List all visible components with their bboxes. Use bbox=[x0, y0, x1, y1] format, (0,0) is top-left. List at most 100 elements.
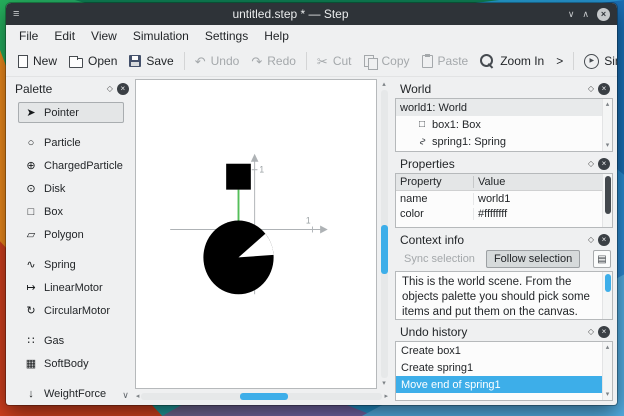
new-document-icon bbox=[18, 54, 28, 68]
menu-item-simulation[interactable]: Simulation bbox=[125, 27, 197, 45]
close-dock-icon[interactable]: × bbox=[598, 325, 610, 338]
scroll-left-icon[interactable]: ◂ bbox=[136, 392, 140, 401]
scroll-up-icon[interactable]: ▴ bbox=[382, 80, 386, 89]
undo-item-move-end-of-spring1[interactable]: Move end of spring1 bbox=[396, 376, 602, 393]
undo-button[interactable]: ↶ Undo bbox=[189, 51, 246, 71]
menu-item-settings[interactable]: Settings bbox=[197, 27, 256, 45]
paste-button[interactable]: Paste bbox=[416, 51, 475, 71]
toolbar-overflow-button[interactable]: > bbox=[550, 51, 569, 71]
close-dock-icon[interactable]: × bbox=[598, 82, 610, 95]
scroll-down-icon[interactable]: ▾ bbox=[606, 390, 610, 399]
column-header-property[interactable]: Property bbox=[396, 176, 474, 188]
step-app-window: ≡ untitled.step * — Step ∨ ∧ × File Edit… bbox=[6, 3, 617, 405]
palette-scroll-down-icon[interactable]: ∨ bbox=[122, 390, 129, 401]
palette-header: Palette ◇ × bbox=[10, 79, 132, 98]
minimize-icon[interactable]: ∨ bbox=[568, 9, 575, 20]
palette-item-chargedparticle[interactable]: ⊕ ChargedParticle bbox=[18, 155, 124, 176]
canvas-vertical-scrollbar[interactable]: ▴ ▾ bbox=[377, 79, 389, 389]
simulate-play-icon: ▶ bbox=[584, 53, 600, 69]
context-info-panel: Context info ◇ × Sync selection Follow s… bbox=[395, 230, 613, 320]
pointer-cursor-icon: ➤ bbox=[26, 107, 36, 119]
float-dock-icon[interactable]: ◇ bbox=[588, 159, 594, 168]
palette-item-circularmotor[interactable]: ↻ CircularMotor bbox=[18, 300, 124, 321]
palette-item-linearmotor[interactable]: ↦ LinearMotor bbox=[18, 277, 124, 298]
horizontal-scroll-handle[interactable] bbox=[240, 392, 289, 400]
palette-item-box[interactable]: □ Box bbox=[18, 201, 124, 222]
column-header-value[interactable]: Value bbox=[474, 176, 602, 188]
close-icon[interactable]: × bbox=[597, 7, 610, 21]
vertical-scroll-handle[interactable] bbox=[380, 225, 388, 275]
menu-item-edit[interactable]: Edit bbox=[46, 27, 83, 45]
copy-icon bbox=[363, 54, 378, 70]
properties-table-header[interactable]: Property Value bbox=[396, 174, 602, 191]
palette-item-particle[interactable]: ○ Particle bbox=[18, 132, 124, 153]
scroll-right-icon[interactable]: ▸ bbox=[384, 392, 388, 401]
palette-item-gas[interactable]: ∷ Gas bbox=[18, 330, 124, 351]
palette-item-label: Pointer bbox=[44, 106, 79, 119]
cut-button[interactable]: ✂ Cut bbox=[311, 51, 358, 71]
menu-item-help[interactable]: Help bbox=[256, 27, 297, 45]
tree-item-box1[interactable]: □ box1: Box bbox=[396, 116, 602, 133]
follow-selection-button[interactable]: Follow selection bbox=[485, 250, 581, 268]
box1-object[interactable] bbox=[226, 163, 251, 190]
redo-button[interactable]: ↷ Redo bbox=[245, 51, 302, 71]
properties-scrollbar[interactable] bbox=[602, 174, 612, 227]
tree-item-spring1[interactable]: ∿ spring1: Spring bbox=[396, 133, 602, 150]
palette-item-disk[interactable]: ⊙ Disk bbox=[18, 178, 124, 199]
float-dock-icon[interactable]: ◇ bbox=[588, 327, 594, 336]
close-dock-icon[interactable]: × bbox=[598, 233, 610, 246]
scroll-up-icon[interactable]: ▴ bbox=[606, 343, 610, 352]
float-dock-icon[interactable]: ◇ bbox=[588, 84, 594, 93]
disk1-object[interactable] bbox=[203, 220, 274, 295]
undo-history-scrollbar[interactable]: ▴ ▾ bbox=[602, 342, 612, 400]
property-row-color[interactable]: color #ffffffff bbox=[396, 206, 602, 221]
new-button[interactable]: New bbox=[12, 51, 63, 71]
context-scroll-handle[interactable] bbox=[604, 273, 611, 292]
property-name: color bbox=[396, 207, 474, 220]
open-button[interactable]: Open bbox=[63, 51, 123, 71]
menu-item-file[interactable]: File bbox=[11, 27, 46, 45]
context-info-scrollbar[interactable] bbox=[602, 272, 612, 319]
world-scrollbar[interactable]: ▴ ▾ bbox=[602, 99, 612, 151]
scroll-down-icon[interactable]: ▾ bbox=[606, 141, 610, 150]
polygon-icon: ▱ bbox=[26, 229, 36, 241]
property-row-name[interactable]: name world1 bbox=[396, 191, 602, 206]
zoom-in-button[interactable]: Zoom In bbox=[474, 51, 550, 72]
tree-item-world1[interactable]: world1: World bbox=[396, 99, 602, 116]
palette-item-polygon[interactable]: ▱ Polygon bbox=[18, 224, 124, 245]
palette-item-label: WeightForce bbox=[44, 387, 107, 400]
box-icon: □ bbox=[27, 205, 35, 218]
titlebar[interactable]: ≡ untitled.step * — Step ∨ ∧ × bbox=[6, 3, 617, 25]
save-button[interactable]: Save bbox=[123, 51, 179, 71]
float-dock-icon[interactable]: ◇ bbox=[588, 235, 594, 244]
properties-scroll-handle[interactable] bbox=[604, 176, 611, 214]
undo-item-create-spring1[interactable]: Create spring1 bbox=[396, 359, 602, 376]
float-dock-icon[interactable]: ◇ bbox=[107, 84, 113, 93]
properties-panel-title: Properties bbox=[400, 156, 455, 171]
simulate-button[interactable]: ▶ Simulate ▾ bbox=[578, 51, 617, 72]
scroll-down-icon[interactable]: ▾ bbox=[382, 379, 386, 388]
palette-item-spring[interactable]: ∿ Spring bbox=[18, 254, 124, 275]
properties-panel: Properties ◇ × Property Value name world… bbox=[395, 154, 613, 228]
close-dock-icon[interactable]: × bbox=[116, 82, 129, 95]
close-dock-icon[interactable]: × bbox=[598, 157, 610, 170]
scroll-up-icon[interactable]: ▴ bbox=[606, 100, 610, 109]
palette-item-softbody[interactable]: ▦ SoftBody bbox=[18, 353, 124, 374]
open-folder-icon bbox=[69, 55, 84, 68]
circular-motor-icon: ↻ bbox=[26, 305, 36, 317]
maximize-icon[interactable]: ∧ bbox=[582, 9, 589, 20]
palette-item-pointer[interactable]: ➤ Pointer bbox=[18, 102, 124, 123]
sync-selection-button[interactable]: Sync selection bbox=[397, 250, 482, 268]
undo-item-create-box1[interactable]: Create box1 bbox=[396, 342, 602, 359]
paste-clipboard-icon bbox=[421, 53, 433, 68]
browser-view-button[interactable]: ▤ bbox=[593, 250, 611, 268]
menu-item-view[interactable]: View bbox=[83, 27, 125, 45]
copy-button[interactable]: Copy bbox=[358, 51, 416, 71]
zoom-in-button-label: Zoom In bbox=[500, 54, 545, 68]
new-button-label: New bbox=[33, 54, 58, 68]
palette-item-label: ChargedParticle bbox=[44, 159, 123, 172]
canvas-horizontal-scrollbar[interactable]: ◂ ▸ bbox=[135, 389, 389, 401]
window-menu-icon[interactable]: ≡ bbox=[13, 8, 33, 20]
world-scene-canvas[interactable]: 1 1 bbox=[134, 79, 377, 389]
palette-item-weightforce[interactable]: ↓ WeightForce bbox=[18, 383, 124, 401]
